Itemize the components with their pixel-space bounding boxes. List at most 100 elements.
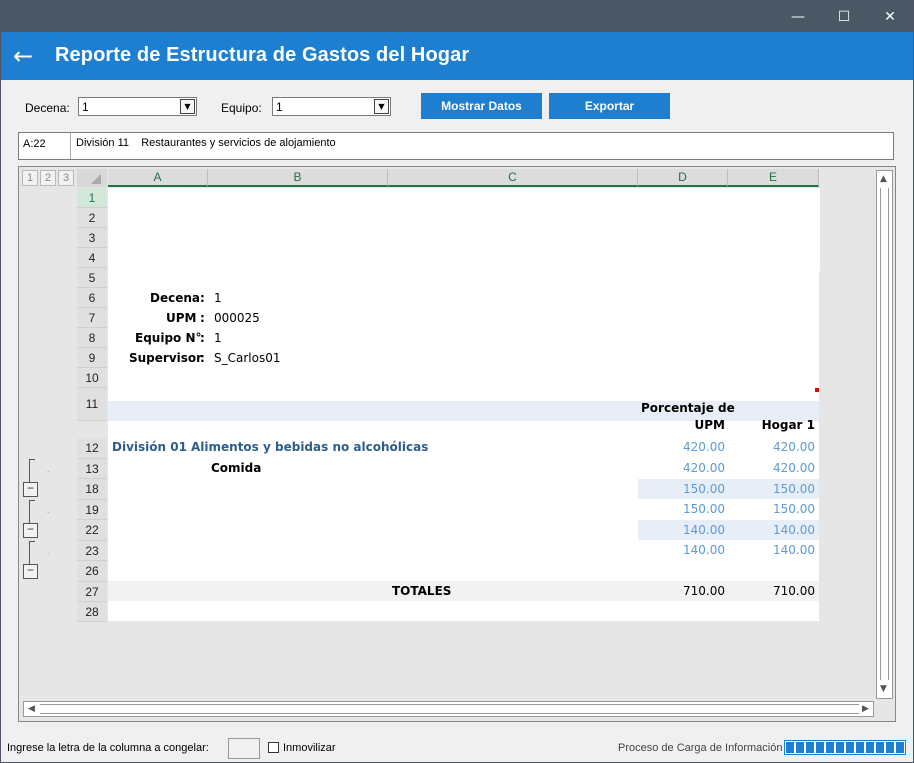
row-header[interactable]: 27	[77, 582, 107, 602]
outline-level-1-button[interactable]: 1	[22, 170, 38, 186]
row-header[interactable]: 6	[77, 288, 107, 308]
maximize-button[interactable]: ☐	[821, 1, 867, 32]
vertical-scroll-track[interactable]	[880, 188, 889, 680]
export-button[interactable]: Exportar	[549, 93, 670, 119]
row-header[interactable]: 11	[77, 388, 107, 421]
division-description: Alimentos y bebidas no alcohólicas	[191, 440, 429, 454]
progress-segment	[806, 742, 814, 753]
select-all-corner[interactable]	[77, 169, 107, 187]
row-header[interactable]: 4	[77, 248, 107, 268]
maximize-icon: ☐	[837, 8, 851, 25]
row23-d-value: 140.00	[683, 543, 725, 557]
row-header[interactable]: 26	[77, 561, 107, 582]
back-arrow-icon[interactable]: ←	[13, 42, 33, 70]
close-button[interactable]: ✕	[867, 1, 913, 32]
equipo-info-value: 1	[214, 331, 222, 345]
outline-dot: .	[47, 465, 50, 474]
totales-e-value: 710.00	[773, 584, 815, 598]
cell-reference: A:22	[23, 138, 46, 150]
column-header-b[interactable]: B	[208, 169, 388, 187]
row19-d-value: 150.00	[683, 502, 725, 516]
row-header[interactable]: 10	[77, 368, 107, 388]
col-d-header-line1: Porcentaje de	[641, 401, 735, 415]
comida-e-value: 420.00	[773, 461, 815, 475]
division-e-value: 420.00	[773, 440, 815, 454]
spreadsheet[interactable]: 1 2 3 A B C D E 1 2 3 4 5 6 7 8 9 10 11 …	[18, 166, 896, 722]
col-d-header-line2: UPM	[694, 418, 725, 432]
row18-e-value: 150.00	[773, 482, 815, 496]
collapse-group-button[interactable]: −	[23, 482, 38, 497]
col-e-header: Hogar 1	[761, 418, 815, 432]
chevron-down-icon[interactable]: ▼	[374, 99, 389, 114]
outline-level-2-button[interactable]: 2	[40, 170, 56, 186]
immobilize-checkbox[interactable]	[268, 742, 279, 753]
row23-e-value: 140.00	[773, 543, 815, 557]
upm-info-label: UPM	[166, 311, 197, 325]
progress-segment	[866, 742, 874, 753]
division-label: División 01	[112, 440, 187, 454]
progress-segment	[836, 742, 844, 753]
decena-select-value: 1	[82, 100, 89, 114]
totales-d-value: 710.00	[683, 584, 725, 598]
cell-area-top	[108, 188, 820, 271]
column-header-e[interactable]: E	[728, 169, 819, 187]
outline-dot: .	[47, 547, 50, 556]
row-header[interactable]: 18	[77, 479, 107, 500]
supervisor-info-label: Supervisor	[129, 351, 203, 365]
minimize-button[interactable]: —	[775, 1, 821, 32]
row-header[interactable]: 22	[77, 520, 107, 541]
division-d-value: 420.00	[683, 440, 725, 454]
row-header[interactable]: 2	[77, 208, 107, 228]
outline-level-3-button[interactable]: 3	[58, 170, 74, 186]
column-header-d[interactable]: D	[638, 169, 728, 187]
chevron-down-icon[interactable]: ▼	[180, 99, 195, 114]
equipo-label: Equipo:	[221, 101, 262, 115]
upm-info-value: 000025	[214, 311, 260, 325]
row-header[interactable]: 12	[77, 438, 107, 459]
colon: :	[200, 351, 205, 365]
close-icon: ✕	[884, 8, 896, 25]
formula-divider	[70, 133, 71, 159]
equipo-select-value: 1	[276, 100, 283, 114]
row-header[interactable]: 23	[77, 541, 107, 561]
app-header: ← Reporte de Estructura de Gastos del Ho…	[1, 32, 913, 80]
row-header[interactable]: 8	[77, 328, 107, 348]
row-28-bg	[108, 601, 819, 621]
progress-segment	[816, 742, 824, 753]
row-header[interactable]: 5	[77, 268, 107, 288]
collapse-group-button[interactable]: −	[23, 523, 38, 538]
column-header-c[interactable]: C	[388, 169, 638, 187]
row-header[interactable]: 19	[77, 500, 107, 520]
formula-content[interactable]: División 11 Restaurantes y servicios de …	[76, 137, 336, 149]
row-header[interactable]: 1	[77, 188, 107, 208]
collapse-group-button[interactable]: −	[23, 564, 38, 579]
decena-label: Decena:	[25, 101, 70, 115]
decena-info-value: 1	[214, 291, 222, 305]
equipo-info-label: Equipo N°	[135, 331, 202, 345]
row-header[interactable]: 3	[77, 228, 107, 248]
colon: :	[200, 311, 205, 325]
horizontal-scrollbar[interactable]: ◀ ▶	[23, 701, 874, 717]
progress-segment	[826, 742, 834, 753]
row-header[interactable]: 13	[77, 459, 107, 479]
scroll-right-icon[interactable]: ▶	[862, 704, 869, 714]
outline-dot: .	[47, 506, 50, 515]
show-data-button[interactable]: Mostrar Datos	[421, 93, 542, 119]
progress-segment	[886, 742, 894, 753]
horizontal-scroll-track[interactable]	[40, 704, 859, 714]
row19-e-value: 150.00	[773, 502, 815, 516]
decena-select[interactable]: 1 ▼	[78, 97, 197, 116]
load-progress-label: Proceso de Carga de Información	[618, 742, 783, 754]
scroll-left-icon[interactable]: ◀	[28, 704, 35, 714]
row-header[interactable]: 28	[77, 602, 107, 622]
equipo-select[interactable]: 1 ▼	[272, 97, 391, 116]
scroll-up-icon[interactable]: ▲	[880, 174, 887, 184]
row22-d-value: 140.00	[683, 523, 725, 537]
row-header[interactable]: 7	[77, 308, 107, 328]
vertical-scrollbar[interactable]: ▲ ▼	[876, 170, 893, 699]
row-header[interactable]: 9	[77, 348, 107, 368]
freeze-column-input[interactable]	[228, 738, 260, 759]
scroll-down-icon[interactable]: ▼	[880, 684, 887, 694]
column-header-a[interactable]: A	[108, 169, 208, 187]
immobilize-label: Inmovilizar	[283, 742, 336, 754]
